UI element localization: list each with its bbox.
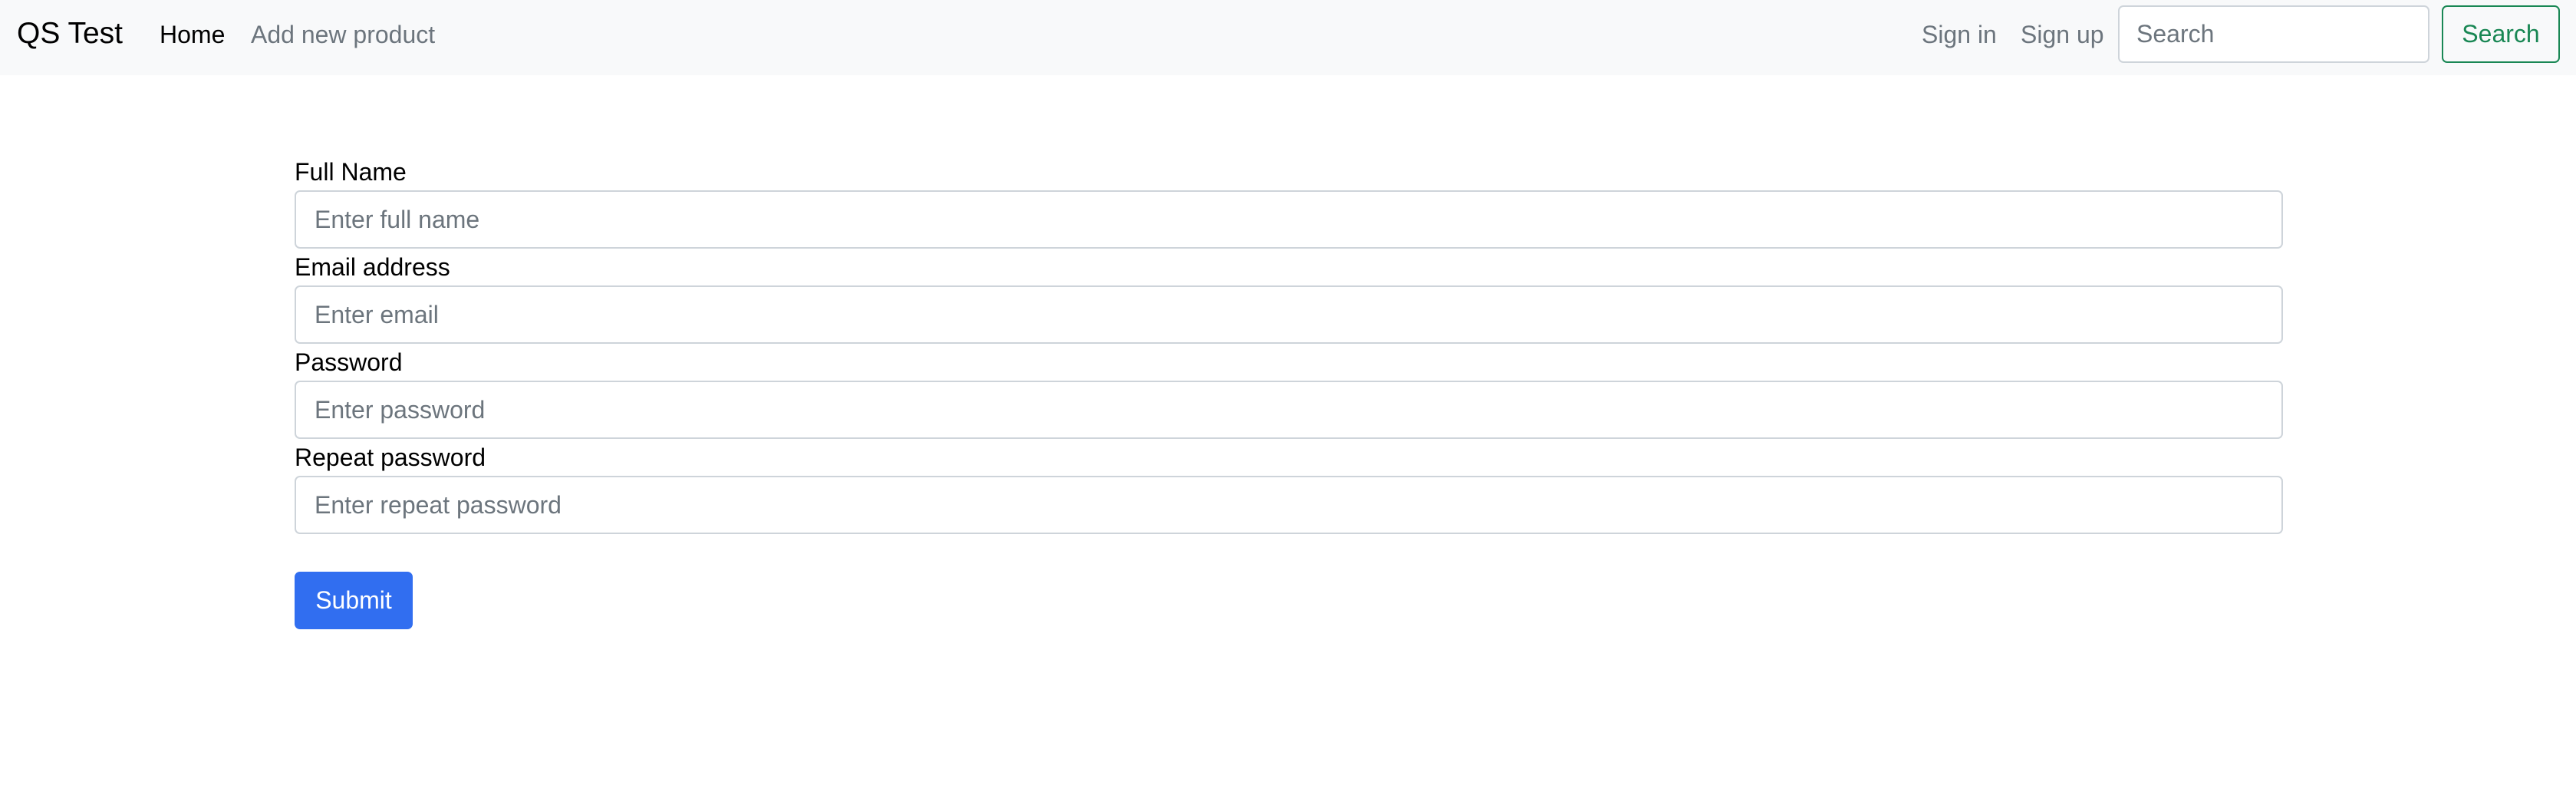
- search-input[interactable]: [2118, 5, 2429, 63]
- full-name-label: Full Name: [295, 158, 407, 186]
- repeat-password-input[interactable]: [295, 476, 2283, 534]
- password-label: Password: [295, 348, 403, 376]
- sign-in-link[interactable]: Sign in: [1922, 19, 1997, 50]
- email-input[interactable]: [295, 285, 2283, 344]
- nav-link-add-new-product[interactable]: Add new product: [251, 19, 435, 50]
- password-input[interactable]: [295, 381, 2283, 439]
- brand-link[interactable]: QS Test: [17, 17, 123, 51]
- email-label: Email address: [295, 253, 450, 281]
- sign-up-link[interactable]: Sign up: [2021, 19, 2104, 50]
- nav-link-home[interactable]: Home: [160, 19, 225, 50]
- submit-button[interactable]: Submit: [295, 572, 413, 629]
- navbar: QS Test Home Add new product Sign in Sig…: [0, 0, 2576, 75]
- full-name-input[interactable]: [295, 190, 2283, 249]
- search-button[interactable]: Search: [2442, 5, 2560, 63]
- repeat-password-label: Repeat password: [295, 444, 486, 471]
